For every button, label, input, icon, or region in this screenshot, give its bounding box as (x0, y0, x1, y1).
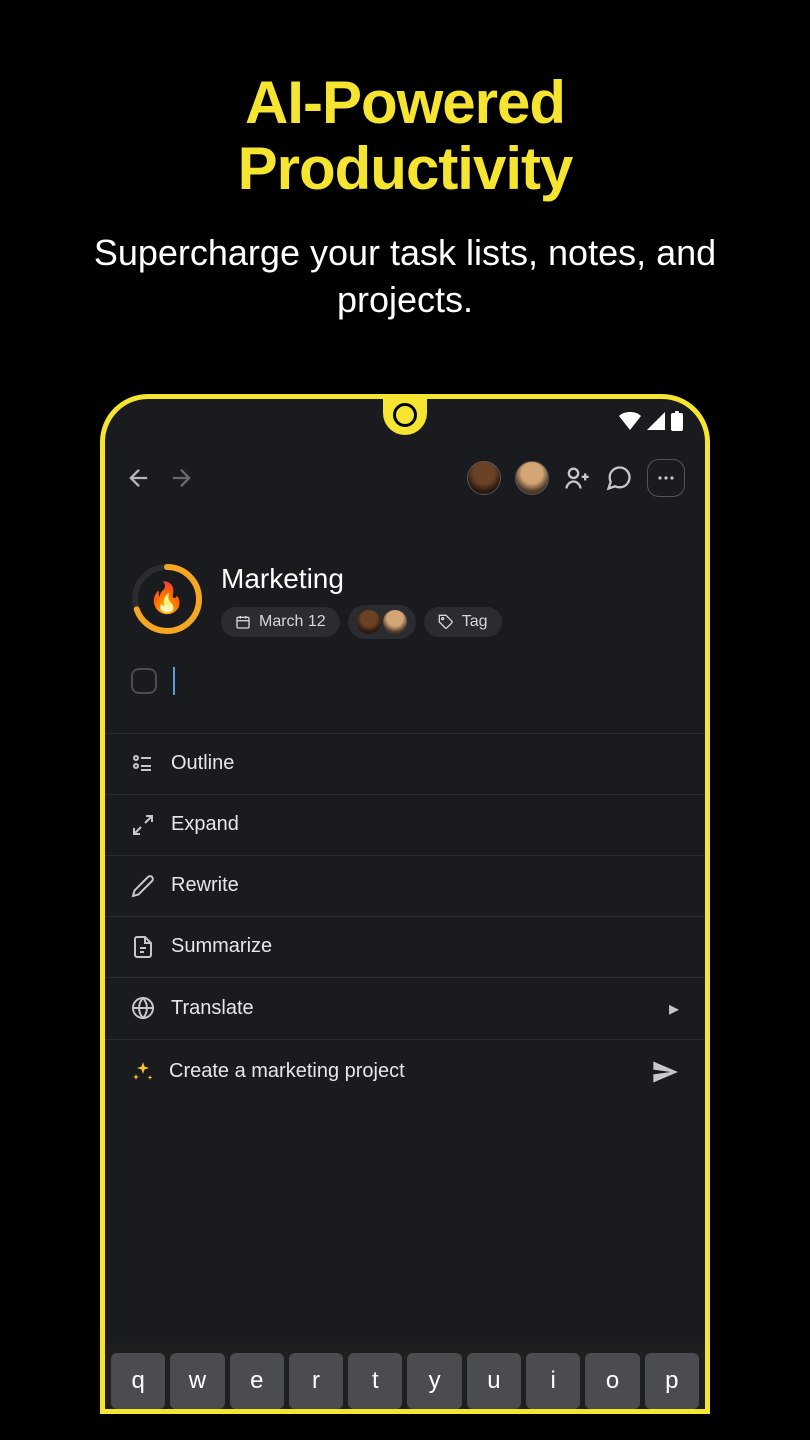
hero-section: AI-Powered Productivity Supercharge your… (0, 0, 810, 364)
ai-action-label: Rewrite (171, 874, 239, 897)
assignees-chip[interactable] (348, 605, 416, 639)
signal-icon (647, 412, 665, 430)
nav-bar (105, 443, 705, 513)
battery-icon (671, 411, 683, 431)
more-menu-button[interactable] (647, 459, 685, 497)
forward-arrow-icon[interactable] (167, 464, 195, 492)
sparkle-icon (131, 1060, 155, 1084)
avatar-user-1[interactable] (467, 461, 501, 495)
back-arrow-icon[interactable] (125, 464, 153, 492)
key-o[interactable]: o (585, 1353, 639, 1409)
project-title[interactable]: Marketing (221, 563, 679, 595)
chevron-right-icon: ▸ (669, 996, 679, 1021)
date-chip[interactable]: March 12 (221, 607, 340, 637)
ai-action-expand[interactable]: Expand (105, 795, 705, 856)
task-checkbox[interactable] (131, 668, 157, 694)
tag-icon (438, 614, 454, 630)
task-input-row[interactable] (105, 649, 705, 719)
ai-action-outline[interactable]: Outline (105, 734, 705, 795)
ai-action-translate[interactable]: Translate ▸ (105, 978, 705, 1039)
ai-action-rewrite[interactable]: Rewrite (105, 856, 705, 917)
key-r[interactable]: r (289, 1353, 343, 1409)
ai-action-summarize[interactable]: Summarize (105, 917, 705, 978)
hero-title: AI-Powered Productivity (50, 70, 760, 202)
hero-subtitle: Supercharge your task lists, notes, and … (50, 230, 760, 324)
key-y[interactable]: y (407, 1353, 461, 1409)
text-cursor (173, 667, 175, 695)
ai-action-label: Translate (171, 997, 254, 1020)
send-icon[interactable] (651, 1058, 679, 1086)
keyboard: qwertyuiop (105, 1343, 705, 1409)
ai-actions-menu: Outline Expand Rewrite Summarize Translate ▸ (105, 733, 705, 1039)
fire-emoji-icon: 🔥 (131, 563, 203, 635)
ai-action-label: Outline (171, 752, 234, 775)
ai-prompt-bar[interactable]: Create a marketing project (105, 1039, 705, 1104)
wifi-icon (619, 412, 641, 430)
prompt-text: Create a marketing project (169, 1060, 405, 1083)
mini-avatar-2 (382, 609, 408, 635)
project-header: 🔥 Marketing March 12 Tag (105, 513, 705, 649)
avatar-user-2[interactable] (515, 461, 549, 495)
phone-frame: 🔥 Marketing March 12 Tag (100, 394, 710, 1414)
project-progress-ring[interactable]: 🔥 (131, 563, 203, 635)
mini-avatar-1 (356, 609, 382, 635)
key-w[interactable]: w (170, 1353, 224, 1409)
tag-chip[interactable]: Tag (424, 607, 502, 637)
ai-action-label: Expand (171, 813, 239, 836)
key-q[interactable]: q (111, 1353, 165, 1409)
comment-icon[interactable] (605, 464, 633, 492)
key-e[interactable]: e (230, 1353, 284, 1409)
ai-action-label: Summarize (171, 935, 272, 958)
key-u[interactable]: u (467, 1353, 521, 1409)
key-p[interactable]: p (645, 1353, 699, 1409)
add-user-icon[interactable] (563, 464, 591, 492)
calendar-icon (235, 614, 251, 630)
key-t[interactable]: t (348, 1353, 402, 1409)
key-i[interactable]: i (526, 1353, 580, 1409)
